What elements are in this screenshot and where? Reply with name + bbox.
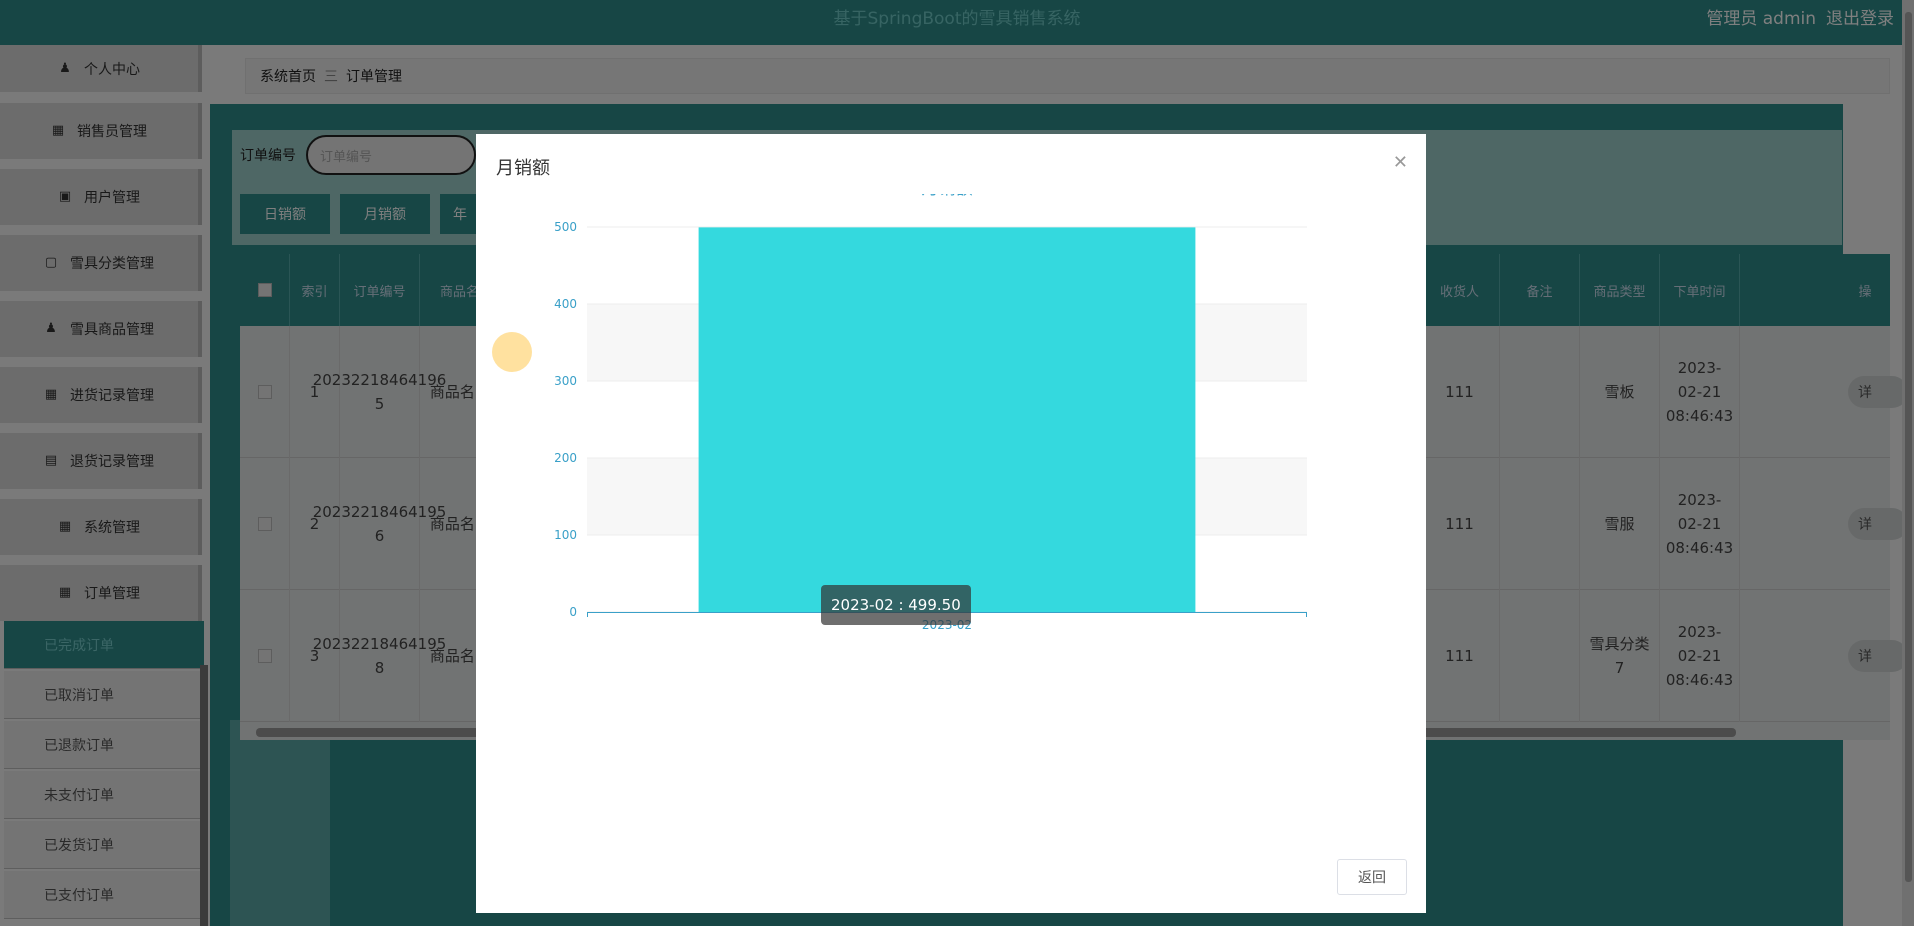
y-tick-label: 400 <box>554 297 577 311</box>
chart-title: 月销额 <box>922 194 973 199</box>
y-tick-label: 200 <box>554 451 577 465</box>
y-tick-label: 0 <box>569 605 577 619</box>
monthly-sales-dialog: 月销额 ✕ 月销额 01002003004005002023-02 2023-0… <box>476 134 1426 913</box>
monthly-sales-chart: 月销额 01002003004005002023-02 <box>554 194 1307 632</box>
mouse-cursor-icon <box>492 332 532 372</box>
y-tick-label: 300 <box>554 374 577 388</box>
bar-2023-02 <box>698 227 1196 612</box>
chart-tooltip: 2023-02 : 499.50 <box>821 585 971 625</box>
chart-bars <box>698 227 1196 612</box>
back-button[interactable]: 返回 <box>1337 859 1407 895</box>
close-icon[interactable]: ✕ <box>1393 152 1408 173</box>
y-tick-label: 100 <box>554 528 577 542</box>
dialog-title: 月销额 <box>496 158 550 179</box>
y-tick-label: 500 <box>554 220 577 234</box>
